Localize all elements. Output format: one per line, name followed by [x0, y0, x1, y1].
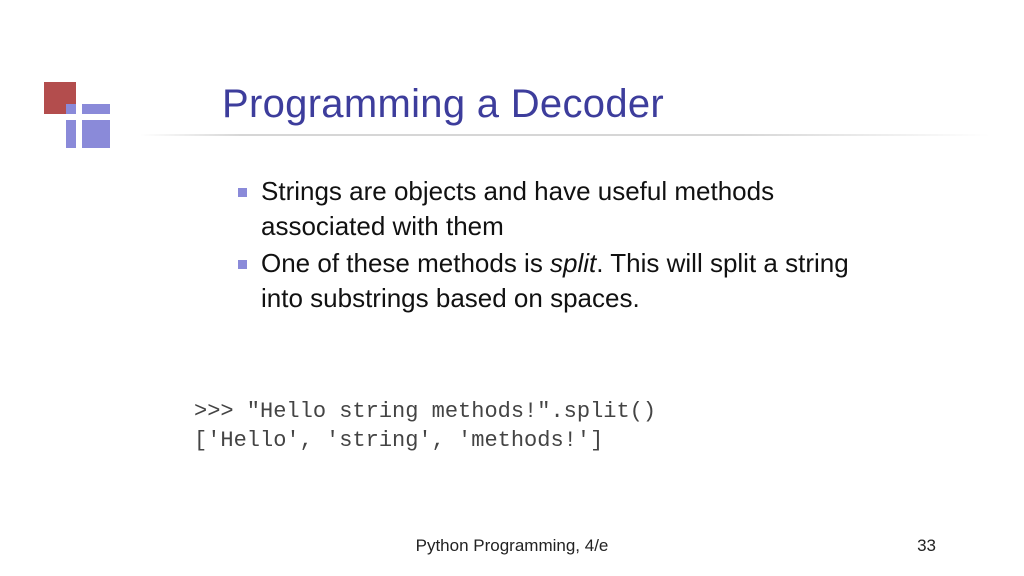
- bullet-text-frag: One of these methods is: [261, 248, 550, 278]
- code-line: ['Hello', 'string', 'methods!']: [194, 428, 603, 453]
- bullet-marker-icon: [238, 260, 247, 269]
- bullet-text: Strings are objects and have useful meth…: [261, 174, 878, 244]
- slide-body: Strings are objects and have useful meth…: [238, 174, 878, 318]
- bullet-item: One of these methods is split. This will…: [238, 246, 878, 316]
- footer-text: Python Programming, 4/e: [0, 536, 1024, 556]
- logo-icon: [44, 82, 114, 152]
- bullet-text-emph: split: [550, 248, 596, 278]
- bullet-marker-icon: [238, 188, 247, 197]
- title-underline: [140, 134, 990, 136]
- bullet-item: Strings are objects and have useful meth…: [238, 174, 878, 244]
- code-line: >>> "Hello string methods!".split(): [194, 399, 656, 424]
- code-block: >>> "Hello string methods!".split() ['He…: [194, 398, 656, 455]
- bullet-text: One of these methods is split. This will…: [261, 246, 878, 316]
- slide-title: Programming a Decoder: [222, 82, 664, 127]
- page-number: 33: [917, 536, 936, 556]
- slide: Programming a Decoder Strings are object…: [0, 0, 1024, 576]
